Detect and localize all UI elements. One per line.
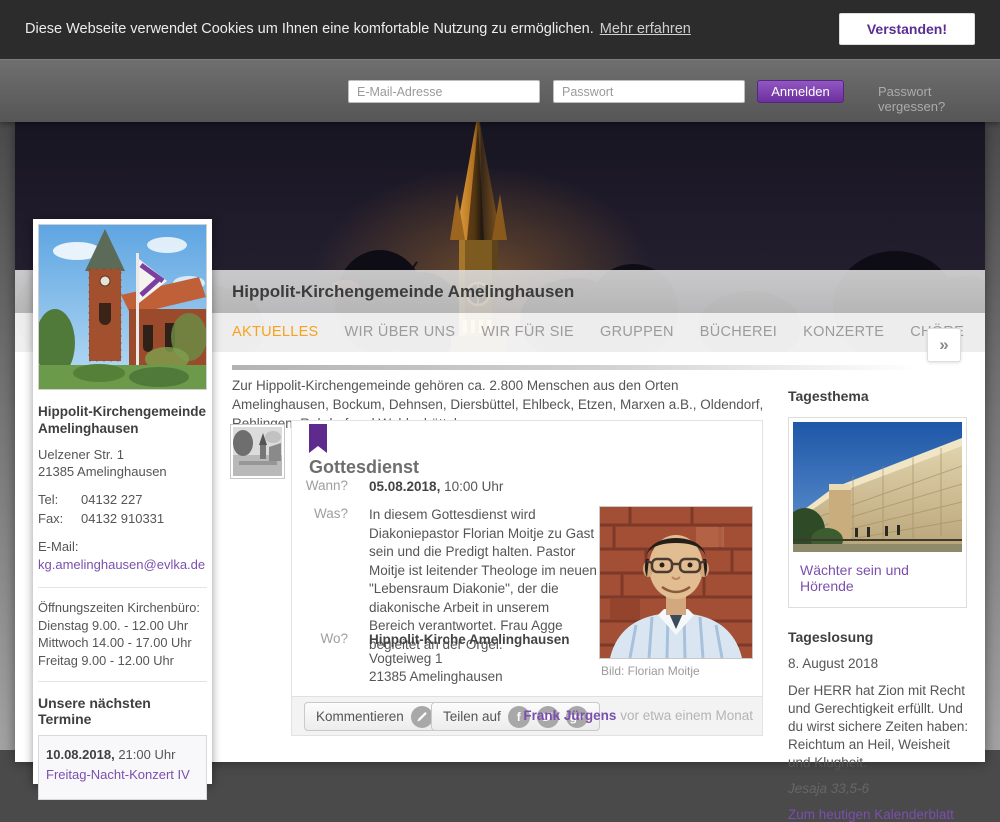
article-when-row: Wann? 05.08.2018, 10:00 Uhr <box>292 478 503 497</box>
article-title: Gottesdienst <box>309 457 419 478</box>
cookie-message: Diese Webseite verwendet Cookies um Ihne… <box>25 21 691 37</box>
verse-date: 8. August 2018 <box>788 656 982 671</box>
verse-reference: Jesaja 33,5-6 <box>788 781 982 796</box>
nav-underline <box>232 365 920 370</box>
event-date-value: 05.08.2018, <box>369 479 440 494</box>
sidebar-address: Uelzener Str. 1 21385 Amelinghausen <box>38 446 207 480</box>
event-item: 10.08.2018, 21:00 Uhr Freitag-Nacht-Konz… <box>38 735 207 800</box>
sidebar-divider-2 <box>38 681 207 682</box>
login-button[interactable]: Anmelden <box>757 80 844 103</box>
calendar-link[interactable]: Zum heutigen Kalenderblatt <box>788 807 982 822</box>
aside-column: Tagesthema <box>788 388 982 822</box>
topic-card: Wächter sein und Hörende <box>788 417 967 608</box>
sidebar-org-name: Hippolit-Kirchengemeinde Amelinghausen <box>38 403 207 437</box>
cookie-accept-button[interactable]: Verstanden! <box>839 13 975 45</box>
verse-text: Der HERR hat Zion mit Recht und Gerechti… <box>788 682 974 772</box>
nav-item-aktuelles[interactable]: AKTUELLES <box>232 324 319 340</box>
church-photo <box>38 224 207 390</box>
email-link[interactable]: kg.amelinghausen@evlka.de <box>38 557 205 572</box>
main-nav: AKTUELLES WIR ÜBER UNS WIR FÜR SIE GRUPP… <box>232 324 964 340</box>
location-name: Hippolit-Kirche Amelinghausen <box>369 631 570 650</box>
article-byline: Frank Jürgens vor etwa einem Monat <box>523 708 753 723</box>
cookie-more-link[interactable]: Mehr erfahren <box>600 21 691 37</box>
article-footer: Kommentieren Teilen auf f g+ Frank Jürge… <box>292 696 762 735</box>
article-thumbnail <box>230 424 285 479</box>
topic-heading: Tagesthema <box>788 388 982 404</box>
timestamp: vor etwa einem Monat <box>620 708 753 723</box>
article-where-row: Wo? Hippolit-Kirche Amelinghausen Vogtei… <box>292 631 570 687</box>
nav-item-buecherei[interactable]: BÜCHEREI <box>700 324 777 340</box>
photo-caption: Bild: Florian Moitje <box>601 664 700 678</box>
nav-item-wir-fuer-sie[interactable]: WIR FÜR SIE <box>481 324 574 340</box>
password-field[interactable] <box>553 80 745 103</box>
login-bar: Anmelden Passwort vergessen? <box>0 59 1000 122</box>
main-container: Hippolit-Kirchengemeinde Amelinghausen A… <box>15 122 985 762</box>
email-label: E-Mail: <box>38 538 207 556</box>
nav-item-gruppen[interactable]: GRUPPEN <box>600 324 674 340</box>
event-time-value: 10:00 Uhr <box>444 479 503 494</box>
page-title: Hippolit-Kirchengemeinde Amelinghausen <box>232 270 985 313</box>
sidebar-card: Hippolit-Kirchengemeinde Amelinghausen U… <box>33 219 212 784</box>
verse-heading: Tageslosung <box>788 629 982 645</box>
event-link[interactable]: Freitag-Nacht-Konzert IV <box>46 767 190 782</box>
sidebar-divider <box>38 587 207 588</box>
fax-number: 04132 910331 <box>81 511 164 526</box>
nav-more-button[interactable]: » <box>927 328 961 362</box>
comment-button[interactable]: Kommentieren <box>304 702 445 731</box>
cookie-banner: Diese Webseite verwendet Cookies um Ihne… <box>0 0 1000 59</box>
author-link[interactable]: Frank Jürgens <box>523 708 616 723</box>
office-hours: Öffnungszeiten Kirchenbüro: Dienstag 9.0… <box>38 600 207 668</box>
wall-photo <box>793 422 962 552</box>
nav-item-wir-ueber-uns[interactable]: WIR ÜBER UNS <box>345 324 456 340</box>
article-card: Gottesdienst Wann? 05.08.2018, 10:00 Uhr… <box>291 420 763 736</box>
pencil-icon <box>411 706 433 728</box>
events-heading: Unsere nächsten Termine <box>38 695 207 727</box>
bookmark-ribbon-icon <box>309 424 327 453</box>
sidebar-phone-fax: Tel:04132 227 Fax:04132 910331 <box>38 490 207 528</box>
pastor-photo <box>599 506 753 659</box>
forgot-password-link[interactable]: Passwort vergessen? <box>878 84 1000 114</box>
event-date: 10.08.2018, <box>46 747 115 762</box>
phone-number: 04132 227 <box>81 492 142 507</box>
email-field[interactable] <box>348 80 540 103</box>
event-time: 21:00 Uhr <box>118 747 175 762</box>
topic-link[interactable]: Wächter sein und Hörende <box>793 552 962 603</box>
nav-item-konzerte[interactable]: KONZERTE <box>803 324 884 340</box>
